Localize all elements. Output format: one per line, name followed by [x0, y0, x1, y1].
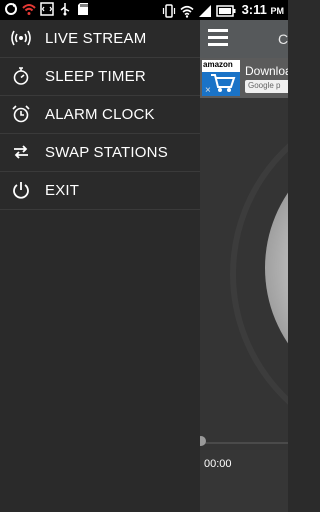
swap-icon: [14, 145, 28, 159]
status-bar: 3:11 PM: [0, 0, 288, 20]
amazon-logo: amazon ×: [202, 60, 240, 96]
wifi-alert-icon: [22, 4, 36, 15]
app-title: C: [278, 31, 288, 47]
app-toolbar: C: [200, 20, 288, 58]
navigation-drawer: LIVE STREAM SLEEP TIMER ALARM CLOCK SWAP…: [0, 20, 200, 512]
sd-card-icon: [78, 3, 88, 15]
broadcast-icon: [11, 30, 31, 46]
vibrate-icon: [162, 3, 175, 18]
player-artwork: [200, 98, 288, 450]
ad-text: Downloa: [245, 64, 288, 78]
drawer-item-label: EXIT: [45, 182, 80, 199]
drawer-item-label: LIVE STREAM: [45, 30, 147, 47]
drawer-item-label: SWAP STATIONS: [45, 144, 168, 161]
sync-icon: [5, 3, 17, 15]
wifi-icon: [180, 5, 194, 18]
drawer-item-sleep-timer[interactable]: SLEEP TIMER: [0, 58, 200, 96]
stopwatch-icon: [13, 67, 29, 85]
usb-icon: [60, 3, 70, 16]
hamburger-menu-icon[interactable]: [208, 29, 228, 47]
drawer-item-live-stream[interactable]: LIVE STREAM: [0, 20, 200, 58]
google-play-badge: Google p: [245, 80, 288, 93]
ad-banner[interactable]: amazon × Downloa Google p: [200, 58, 288, 98]
alarm-clock-icon: [12, 105, 30, 123]
main-screen: C amazon × Downloa Google p 00:00: [200, 20, 288, 512]
clock: 3:11 PM: [241, 2, 284, 17]
progress-track[interactable]: [200, 442, 288, 444]
drawer-item-exit[interactable]: EXIT: [0, 172, 200, 210]
drawer-item-label: ALARM CLOCK: [45, 106, 155, 123]
power-icon: [13, 182, 29, 199]
shopping-cart-icon: [211, 74, 236, 92]
code-icon: [40, 2, 54, 16]
elapsed-time: 00:00: [204, 458, 232, 470]
ad-close-icon[interactable]: ×: [205, 85, 211, 96]
signal-icon: [198, 4, 211, 17]
drawer-item-swap-stations[interactable]: SWAP STATIONS: [0, 134, 200, 172]
drawer-item-alarm-clock[interactable]: ALARM CLOCK: [0, 96, 200, 134]
google-play-badge-label: Google p: [248, 81, 281, 90]
battery-icon: [215, 4, 236, 17]
drawer-item-label: SLEEP TIMER: [45, 68, 146, 85]
